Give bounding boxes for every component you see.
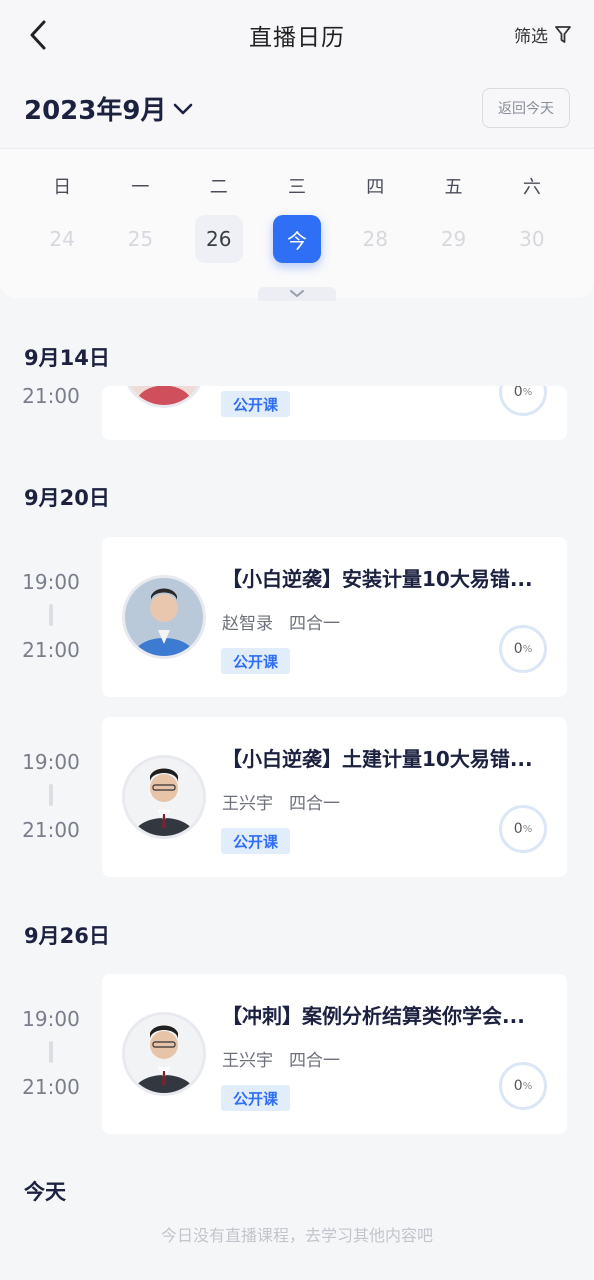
date-cell[interactable]: 29	[430, 215, 478, 263]
course-card[interactable]: 公开课 0%	[102, 386, 567, 440]
course-tag: 公开课	[221, 648, 291, 674]
end-time: 21:00	[22, 818, 80, 842]
date-row: 24 25 26 今 28 29 30	[23, 215, 571, 263]
start-time: 19:00	[22, 1007, 80, 1031]
weekday-label: 四	[366, 177, 385, 198]
teacher-name: 赵智录	[222, 614, 273, 634]
course-meta: 王兴宇 四合一	[222, 789, 340, 814]
date-cell[interactable]: 30	[508, 215, 556, 263]
teacher-avatar	[122, 575, 206, 659]
teacher-name: 王兴宇	[222, 1051, 273, 1071]
avatar-image	[135, 386, 193, 405]
time-divider	[49, 1041, 53, 1063]
weekday-label: 六	[522, 177, 541, 198]
return-today-button[interactable]: 返回今天	[482, 88, 570, 128]
week-calendar: 日 一 二 三 四 五 六 24 25 26 今 28 29 30	[0, 148, 594, 301]
date-cell[interactable]: 25	[116, 215, 164, 263]
filter-icon	[555, 25, 571, 43]
progress-value: 0	[513, 641, 523, 657]
date-cell[interactable]: 28	[351, 215, 399, 263]
start-time: 19:00	[22, 570, 80, 594]
time-range: 19:00 21:00	[0, 750, 102, 842]
chevron-down-icon	[174, 103, 193, 114]
progress-value: 0	[513, 821, 523, 837]
course-card[interactable]: 【小白逆袭】土建计量10大易错... 王兴宇 四合一 公开课 0%	[102, 717, 567, 877]
top-bar: 直播日历 筛选 2023年9月 返回今天	[0, 0, 594, 148]
progress-unit: %	[522, 823, 533, 835]
time-divider	[49, 604, 53, 626]
course-tag: 公开课	[221, 391, 291, 417]
date-cell[interactable]: 24	[38, 215, 86, 263]
weekday-row: 日 一 二 三 四 五 六	[23, 173, 571, 199]
progress-unit: %	[522, 386, 533, 398]
month-picker[interactable]: 2023年9月	[24, 90, 194, 127]
filter-label: 筛选	[514, 27, 548, 47]
time-range: 19:00 21:00	[0, 570, 102, 662]
weekday-label: 日	[53, 177, 72, 198]
live-course-list: 9月14日 21:00 公开课 0% 9月20日 19:00 21:00 【小白…	[0, 298, 594, 1280]
section-date-label: 9月26日	[24, 924, 110, 948]
teacher-avatar	[122, 755, 206, 839]
course-card[interactable]: 【小白逆袭】安装计量10大易错... 赵智录 四合一 公开课 0%	[102, 537, 567, 697]
progress-value: 0	[513, 386, 523, 400]
progress-value: 0	[513, 1078, 523, 1094]
progress-ring: 0%	[499, 1062, 547, 1110]
progress-ring: 0%	[499, 805, 547, 853]
course-card[interactable]: 【冲刺】案例分析结算类你学会... 王兴宇 四合一 公开课 0%	[102, 974, 567, 1134]
course-meta: 赵智录 四合一	[222, 609, 340, 634]
course-category: 四合一	[289, 794, 340, 814]
weekday-label: 二	[209, 177, 228, 198]
course-title: 【冲刺】案例分析结算类你学会...	[222, 1004, 525, 1028]
progress-unit: %	[522, 643, 533, 655]
course-category: 四合一	[289, 1051, 340, 1071]
course-meta: 王兴宇 四合一	[222, 1046, 340, 1071]
progress-ring: 0%	[499, 625, 547, 673]
course-tag: 公开课	[221, 828, 291, 854]
avatar-image	[125, 1015, 203, 1093]
course-category: 四合一	[289, 614, 340, 634]
time-divider	[49, 784, 53, 806]
progress-ring: 0%	[499, 386, 547, 416]
date-cell-has-live[interactable]: 26	[194, 215, 243, 263]
filter-button[interactable]: 筛选	[514, 22, 572, 47]
section-date-label: 9月20日	[24, 486, 110, 510]
end-time: 21:00	[22, 638, 80, 662]
time-range: 19:00 21:00	[0, 1007, 102, 1099]
teacher-avatar	[122, 1012, 206, 1096]
month-label: 2023年9月	[24, 96, 167, 126]
course-title: 【小白逆袭】土建计量10大易错...	[222, 747, 533, 771]
date-cell-today[interactable]: 今	[272, 215, 321, 263]
course-title: 【小白逆袭】安装计量10大易错...	[222, 567, 533, 591]
end-time: 21:00	[22, 384, 80, 408]
progress-unit: %	[522, 1080, 533, 1092]
teacher-avatar	[122, 386, 206, 408]
section-date-label: 今天	[24, 1180, 66, 1204]
weekday-label: 五	[444, 177, 463, 198]
section-date-label: 9月14日	[24, 346, 110, 370]
time-range: 21:00	[0, 384, 102, 408]
page-title: 直播日历	[249, 25, 345, 51]
course-tag: 公开课	[221, 1085, 291, 1111]
empty-state-message: 今日没有直播课程，去学习其他内容吧	[160, 1226, 433, 1245]
weekday-label: 一	[131, 177, 150, 198]
start-time: 19:00	[22, 750, 80, 774]
avatar-image	[125, 758, 203, 836]
weekday-label: 三	[287, 177, 306, 198]
avatar-image	[125, 578, 203, 656]
end-time: 21:00	[22, 1075, 80, 1099]
teacher-name: 王兴宇	[222, 794, 273, 814]
